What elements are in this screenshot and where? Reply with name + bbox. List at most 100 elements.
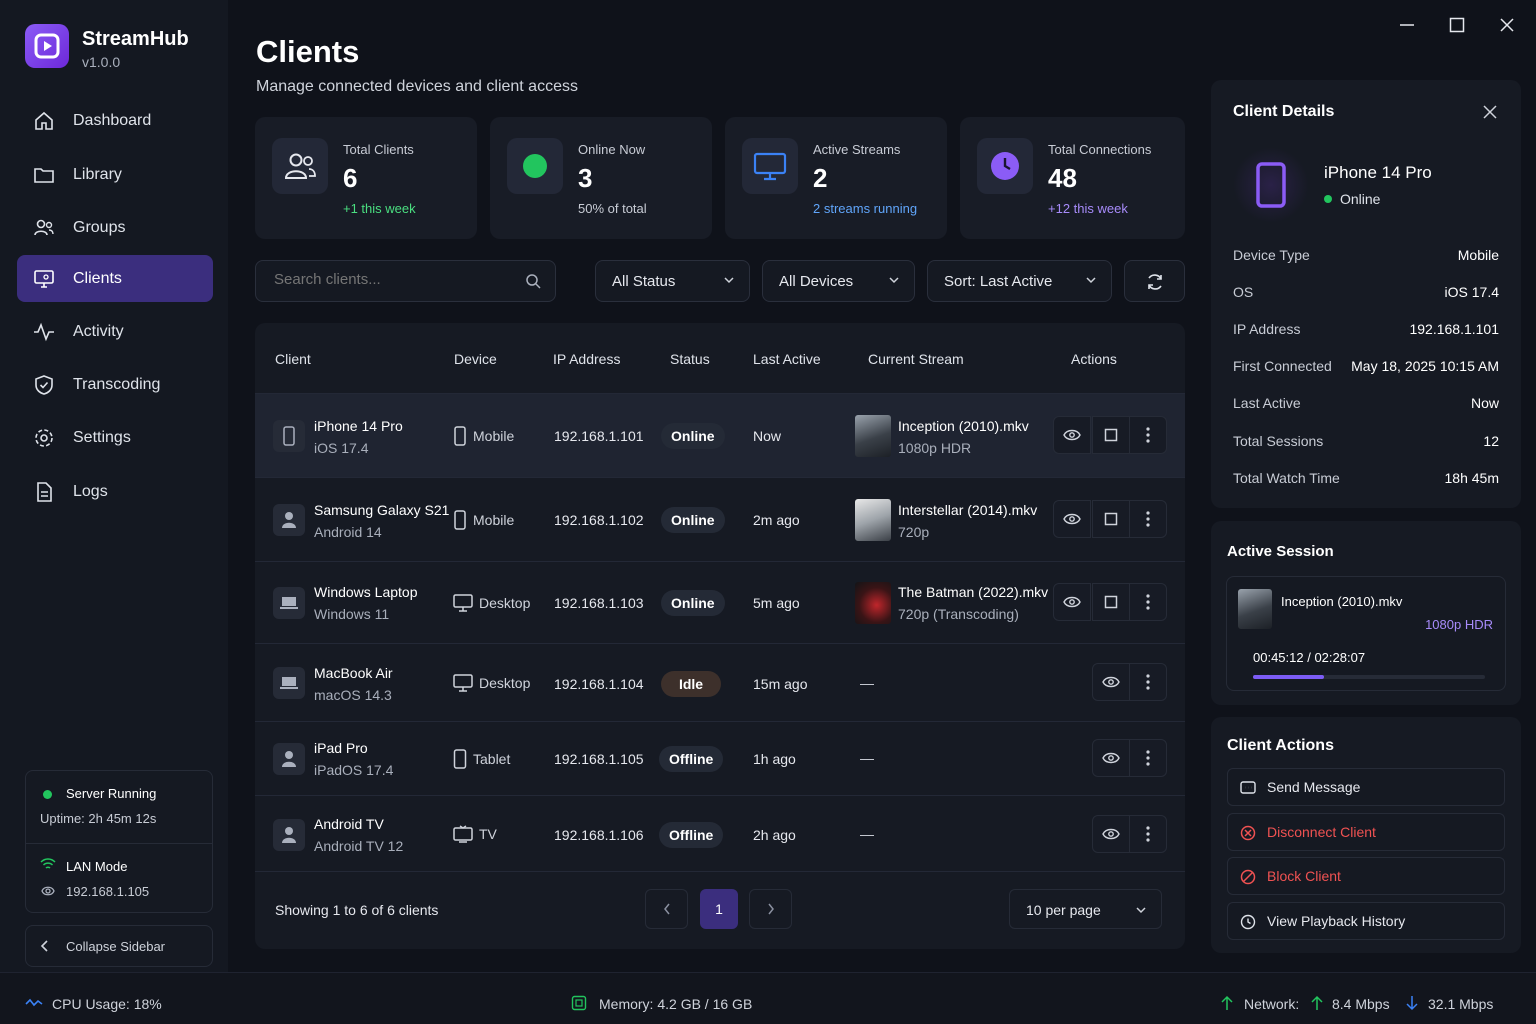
block-client-button[interactable]: Block Client [1227,857,1505,895]
user-icon [273,743,305,775]
column-header: Status [670,351,710,367]
session-card[interactable]: Inception (2010).mkv 1080p HDR 00:45:12 … [1226,576,1506,691]
field-label: Total Sessions [1233,433,1324,449]
search-icon[interactable] [525,273,541,289]
device-cell: Desktop [453,594,530,612]
download-icon [1406,996,1418,1011]
table-row[interactable]: iPad Pro iPadOS 17.4 Tablet 192.168.1.10… [255,721,1185,795]
user-icon [273,819,305,851]
phone-icon [273,420,305,452]
last-active-cell: 15m ago [753,676,808,692]
panel-title: Active Session [1227,543,1334,560]
stat-sub: 50% of total [578,201,647,216]
send-message-button[interactable]: Send Message [1227,768,1505,806]
eye-icon [1063,513,1081,525]
nav-logs[interactable]: Logs [17,468,213,515]
stream-title: Inception (2010).mkv [898,418,1029,434]
refresh-button[interactable] [1124,260,1185,302]
nav-transcoding[interactable]: Transcoding [17,361,213,408]
client-os: Android 14 [314,524,382,540]
nav-settings[interactable]: Settings [17,414,213,461]
network-down: 32.1 Mbps [1428,996,1494,1012]
nav-label: Clients [73,269,122,287]
nav-label: Transcoding [73,375,161,393]
nav-activity[interactable]: Activity [17,308,213,355]
desktop-icon [453,594,473,612]
view-button[interactable] [1092,739,1130,777]
more-button[interactable] [1129,583,1167,621]
app-logo [25,24,69,68]
search-box[interactable] [255,260,556,302]
view-button[interactable] [1053,416,1091,454]
stop-button[interactable] [1092,500,1130,538]
prev-page-button[interactable] [645,889,688,929]
device-filter-select[interactable]: All Devices [762,260,915,302]
table-row[interactable]: Samsung Galaxy S21 Android 14 Mobile 192… [255,477,1185,561]
close-icon[interactable] [1483,105,1497,119]
more-vertical-icon [1146,427,1150,443]
more-button[interactable] [1129,739,1167,777]
eye-icon [1063,429,1081,441]
stat-value: 6 [343,163,358,193]
device-label: Desktop [479,595,531,611]
cpu-usage: CPU Usage: 18% [52,996,162,1012]
view-button[interactable] [1092,815,1130,853]
chevron-down-icon [724,277,734,284]
stop-button[interactable] [1092,416,1130,454]
nav-library[interactable]: Library [17,151,213,198]
field-label: First Connected [1233,358,1332,374]
server-status-box: Server Running Uptime: 2h 45m 12s LAN Mo… [25,770,213,913]
online-dot-icon [507,138,563,194]
status-filter-select[interactable]: All Status [595,260,750,302]
sort-select[interactable]: Sort: Last Active [927,260,1112,302]
view-button[interactable] [1092,663,1130,701]
nav-groups[interactable]: Groups [17,204,213,251]
client-name: MacBook Air [314,665,393,681]
close-window-icon[interactable] [1498,16,1516,34]
search-input[interactable] [274,271,514,288]
per-page-select[interactable]: 10 per page [1009,889,1162,929]
table-row[interactable]: iPhone 14 Pro iOS 17.4 Mobile 192.168.1.… [255,393,1185,477]
last-active-cell: 2h ago [753,827,796,843]
next-page-button[interactable] [749,889,792,929]
stop-button[interactable] [1092,583,1130,621]
disconnect-client-button[interactable]: Disconnect Client [1227,813,1505,851]
page-button-1[interactable]: 1 [700,889,738,929]
panel-title: Client Details [1233,103,1335,120]
view-button[interactable] [1053,583,1091,621]
poster-thumbnail [855,415,891,457]
more-button[interactable] [1129,416,1167,454]
table-row[interactable]: Windows Laptop Windows 11 Desktop 192.16… [255,561,1185,643]
mobile-icon [454,510,466,530]
page-subtitle: Manage connected devices and client acce… [256,78,578,95]
device-cell: Mobile [453,510,514,530]
nav-dashboard[interactable]: Dashboard [17,97,213,144]
more-button[interactable] [1129,663,1167,701]
client-details-panel: Client Details iPhone 14 Pro Online Devi… [1211,80,1521,508]
client-os: iPadOS 17.4 [314,762,394,778]
field-label: Total Watch Time [1233,470,1340,486]
collapse-sidebar-button[interactable]: Collapse Sidebar [25,925,213,967]
laptop-icon [273,667,305,699]
history-icon [1240,914,1256,930]
more-button[interactable] [1129,500,1167,538]
maximize-icon[interactable] [1448,16,1466,34]
field-value: 12 [1483,433,1499,449]
last-active-cell: 5m ago [753,595,800,611]
stat-value: 3 [578,163,593,193]
stream-empty: — [860,750,874,766]
table-row[interactable]: Android TV Android TV 12 TV 192.168.1.10… [255,795,1185,871]
view-button[interactable] [1053,500,1091,538]
view-playback-history-button[interactable]: View Playback History [1227,902,1505,940]
more-vertical-icon [1146,826,1150,842]
desktop-icon [453,674,473,692]
more-vertical-icon [1146,674,1150,690]
more-button[interactable] [1129,815,1167,853]
more-vertical-icon [1146,750,1150,766]
status-dot [43,790,52,799]
table-row[interactable]: MacBook Air macOS 14.3 Desktop 192.168.1… [255,643,1185,721]
refresh-icon [1148,274,1162,290]
nav-label: Activity [73,322,124,340]
nav-clients[interactable]: Clients [17,255,213,302]
minimize-icon[interactable] [1398,16,1416,34]
